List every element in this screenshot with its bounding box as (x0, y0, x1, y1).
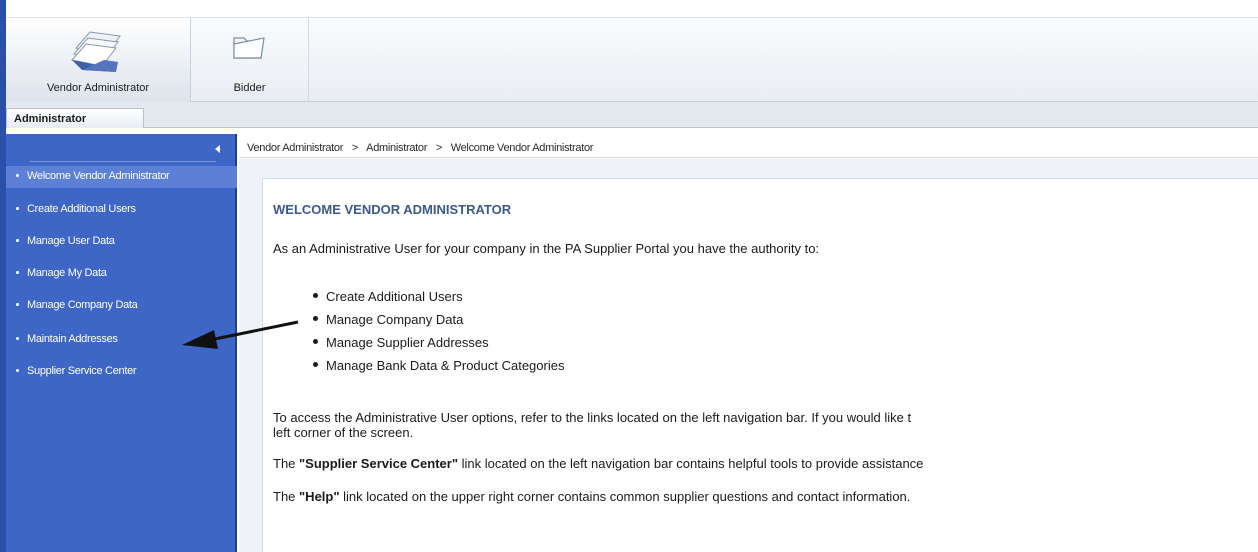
page-title: WELCOME VENDOR ADMINISTRATOR (273, 202, 512, 217)
sidebar-item-manage-user-data[interactable]: Manage User Data (6, 231, 237, 253)
sidebar-item-label: Manage My Data (27, 267, 107, 279)
bullet-icon (16, 173, 19, 177)
bullet-icon (16, 336, 19, 340)
help-text: The "Help" link located on the upper rig… (273, 489, 910, 504)
help-prefix: The (273, 489, 300, 504)
breadcrumb-separator: > (351, 142, 359, 154)
list-item: Manage Company Data (313, 312, 564, 335)
vendor-administrator-button[interactable]: Vendor Administrator (6, 18, 191, 102)
tab-administrator[interactable]: Administrator (6, 108, 144, 128)
vendor-administrator-label: Vendor Administrator (46, 82, 150, 94)
access-text-line2: left corner of the screen. (273, 425, 414, 440)
arrow-icon (182, 320, 299, 349)
sidebar-item-label: Manage User Data (27, 235, 115, 247)
folder-icon (233, 37, 265, 59)
sidebar-item-label: Welcome Vendor Administrator (27, 170, 170, 182)
supplier-service-center-text: The "Supplier Service Center" link locat… (273, 456, 923, 471)
application-bar: Vendor Administrator Bidder (6, 18, 1258, 102)
bullet-icon (16, 270, 19, 274)
bullet-icon (16, 206, 19, 210)
bidder-label: Bidder (233, 82, 266, 94)
breadcrumb-item-welcome: Welcome Vendor Administrator (450, 142, 594, 154)
sidebar-item-label: Create Additional Users (27, 203, 136, 215)
bidder-button[interactable]: Bidder (191, 18, 309, 102)
bullet-icon (16, 368, 19, 372)
content-panel: WELCOME VENDOR ADMINISTRATOR As an Admin… (262, 178, 1258, 552)
intro-text: As an Administrative User for your compa… (273, 241, 820, 256)
sidebar-item-manage-my-data[interactable]: Manage My Data (6, 263, 237, 285)
access-text-line1: To access the Administrative User option… (273, 410, 912, 425)
ssc-prefix: The (273, 456, 300, 471)
bullet-icon (16, 238, 19, 242)
breadcrumb-separator: > (435, 142, 442, 154)
app-window: Vendor Administrator Bidder Administrato… (0, 0, 1258, 552)
help-bold: "Help" (299, 489, 340, 504)
folders-icon (71, 31, 121, 72)
subtab-row: Administrator (6, 102, 1258, 128)
sidebar-item-supplier-service-center[interactable]: Supplier Service Center (6, 361, 237, 383)
breadcrumb-item-vendor-administrator[interactable]: Vendor Administrator (247, 142, 343, 154)
help-suffix: link located on the upper right corner c… (339, 489, 911, 504)
ssc-suffix: link located on the left navigation bar … (458, 456, 924, 471)
list-item: Manage Bank Data & Product Categories (313, 358, 564, 381)
list-item: Create Additional Users (313, 289, 564, 312)
sidebar-item-label: Maintain Addresses (27, 333, 118, 345)
list-item: Manage Supplier Addresses (313, 335, 564, 358)
sidebar-item-label: Supplier Service Center (27, 365, 137, 377)
top-strip (6, 0, 1258, 18)
bullet-icon (16, 302, 19, 306)
breadcrumb-item-administrator[interactable]: Administrator (366, 142, 427, 154)
sidebar-item-create-users[interactable]: Create Additional Users (6, 199, 237, 221)
triangle-left-icon[interactable] (208, 140, 230, 158)
sidebar-item-label: Manage Company Data (27, 299, 138, 311)
ssc-bold: "Supplier Service Center" (299, 456, 459, 471)
authority-list: Create Additional Users Manage Company D… (313, 289, 564, 381)
sidebar-divider (30, 161, 216, 162)
sidebar-item-welcome[interactable]: Welcome Vendor Administrator (6, 166, 237, 188)
breadcrumb: Vendor Administrator > Administrator > W… (239, 134, 1258, 158)
